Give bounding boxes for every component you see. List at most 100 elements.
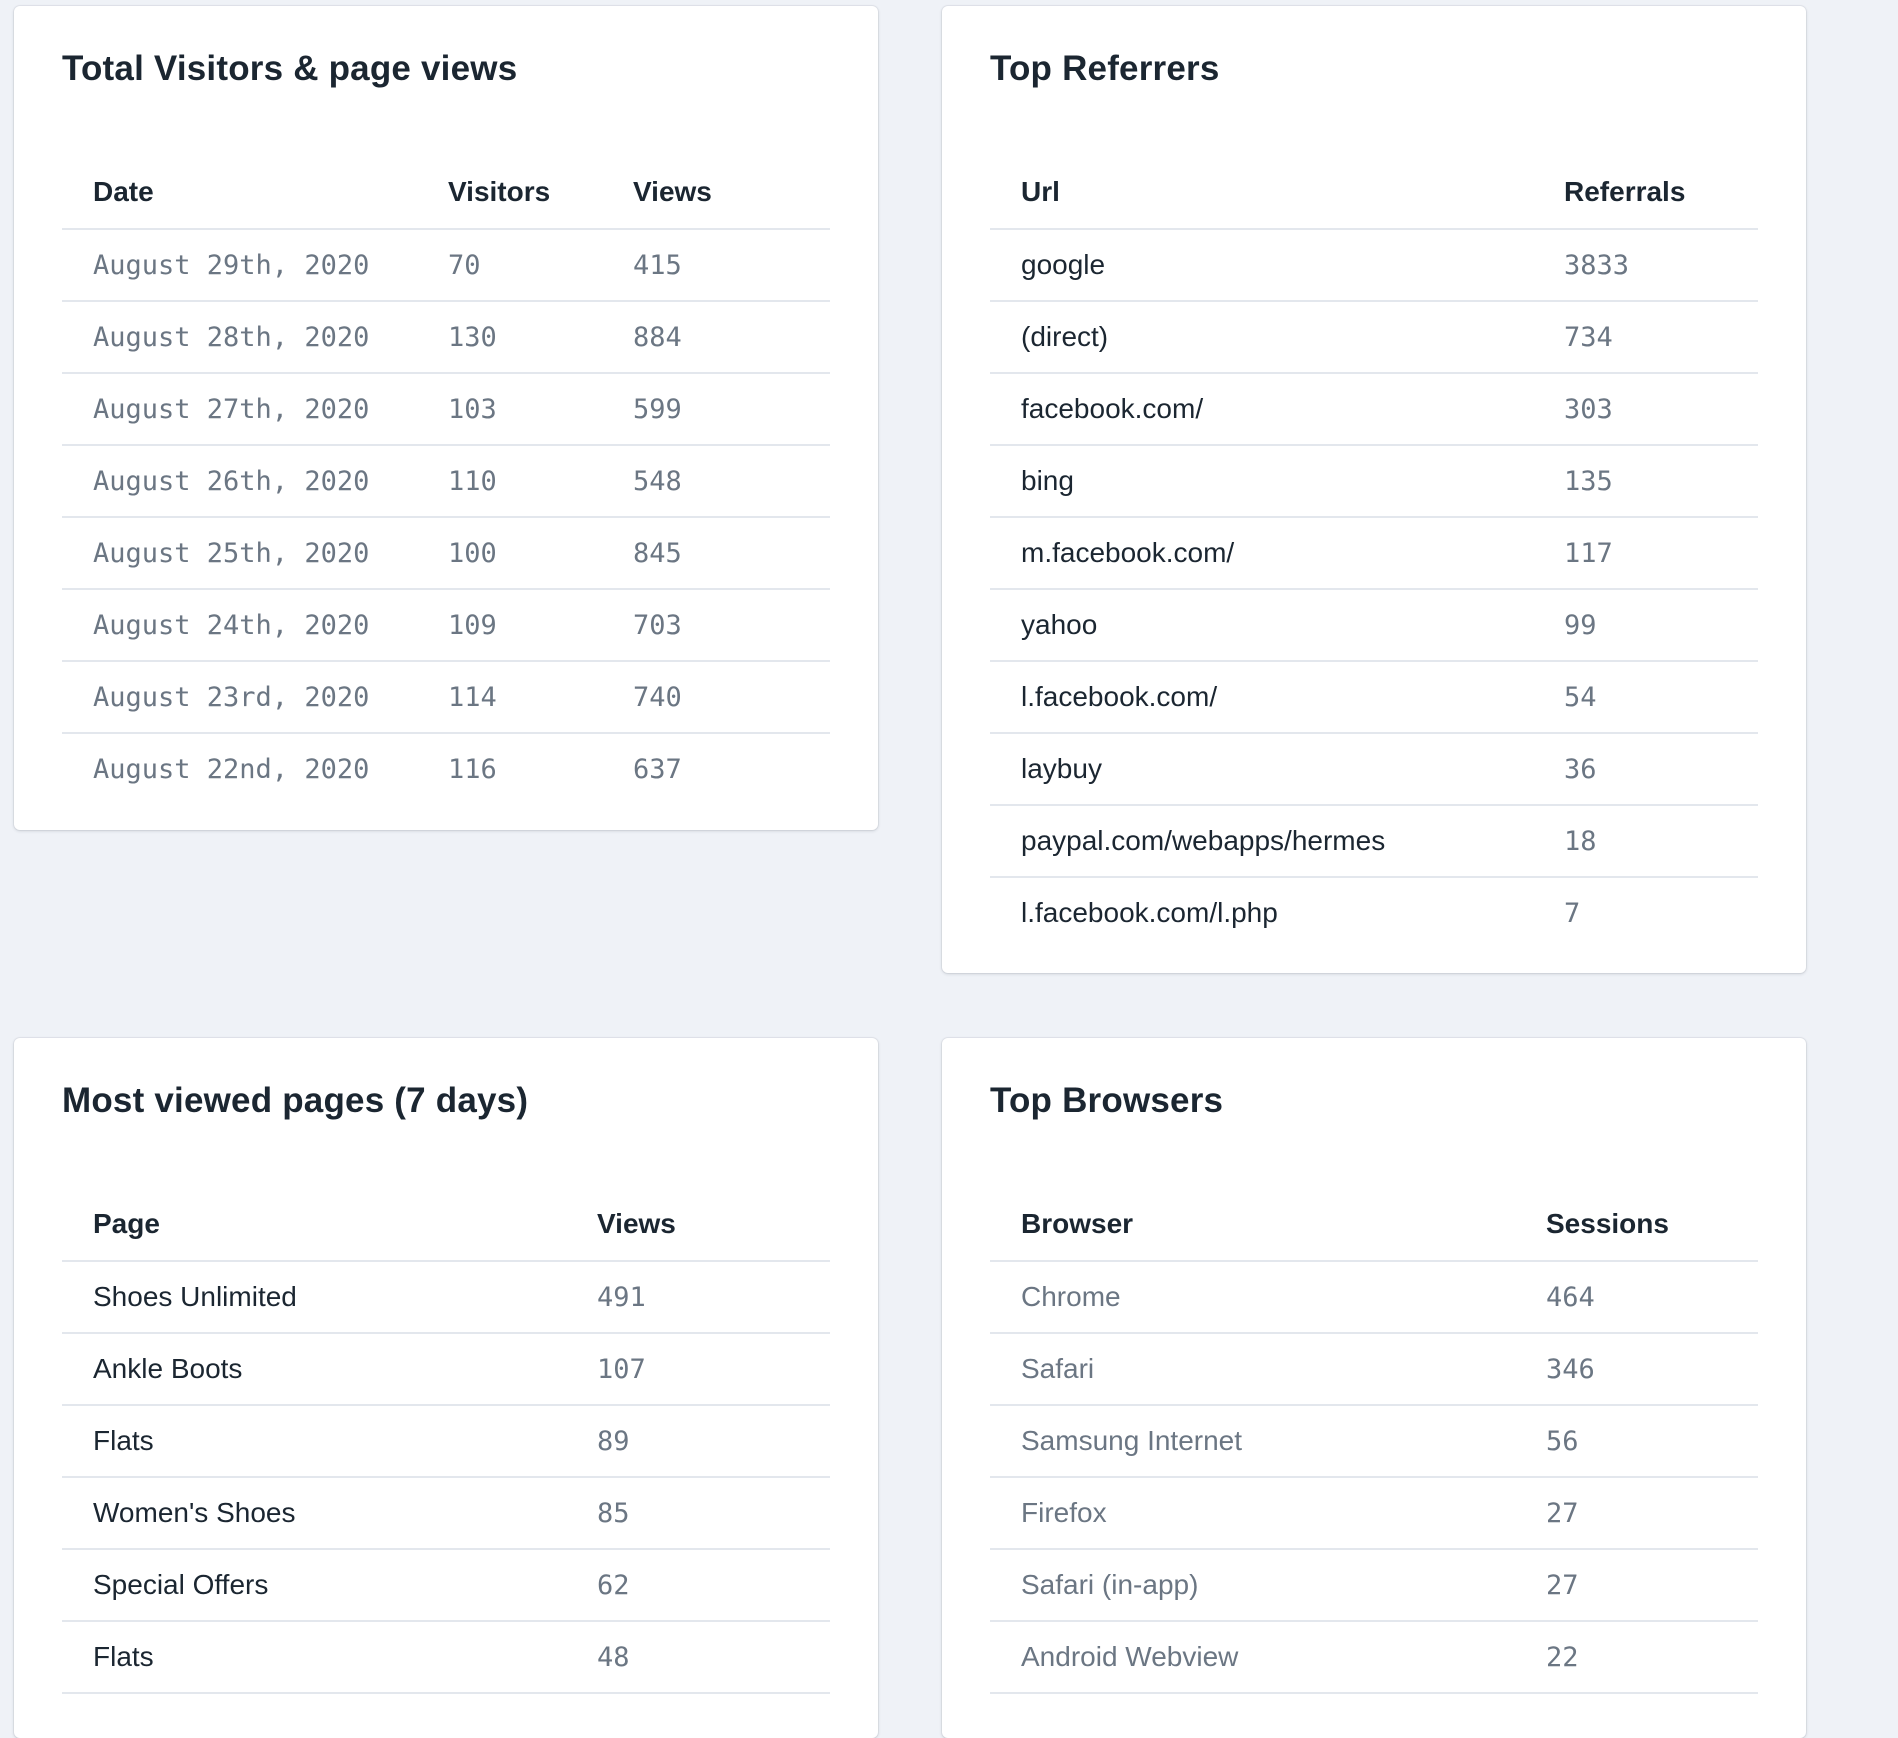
date-cell: August 29th, 2020 xyxy=(62,229,417,302)
sessions-cell: 27 xyxy=(1515,1549,1758,1622)
visitors-table-header: Date Visitors Views xyxy=(62,156,830,230)
sessions-cell: 464 xyxy=(1515,1261,1758,1334)
column-header-visitors[interactable]: Visitors xyxy=(417,156,602,230)
referrals-cell: 18 xyxy=(1533,805,1758,878)
date-cell: August 22nd, 2020 xyxy=(93,753,370,785)
table-row: August 28th, 2020 130 884 xyxy=(62,301,830,374)
page-cell: Women's Shoes xyxy=(62,1477,566,1550)
browsers-table: Browser Sessions Chrome 464 Safari 346 S… xyxy=(990,1188,1758,1694)
table-row: Firefox 27 xyxy=(990,1477,1758,1550)
table-row: August 23rd, 2020 114 740 xyxy=(62,661,830,734)
table-row: Special Offers 62 xyxy=(62,1549,830,1622)
url-cell: yahoo xyxy=(990,589,1533,662)
url-cell: laybuy xyxy=(990,733,1533,806)
page-cell: Ankle Boots xyxy=(62,1333,566,1406)
date-cell: August 23rd, 2020 xyxy=(62,661,417,734)
table-row: paypal.com/webapps/hermes 18 xyxy=(990,805,1758,878)
table-row: Safari 346 xyxy=(990,1333,1758,1406)
table-row: Android Webview 22 xyxy=(990,1621,1758,1694)
table-row: Shoes Unlimited 491 xyxy=(62,1261,830,1334)
table-row: Flats 48 xyxy=(62,1621,830,1694)
page-cell: Flats xyxy=(62,1405,566,1478)
table-row: Ankle Boots 107 xyxy=(62,1333,830,1406)
pages-card: Most viewed pages (7 days) Page Views Sh… xyxy=(14,1038,878,1738)
table-row: August 26th, 2020 110 548 xyxy=(62,445,830,518)
url-cell: m.facebook.com/ xyxy=(990,517,1533,590)
pages-card-title: Most viewed pages (7 days) xyxy=(62,1081,529,1120)
column-header-referrals[interactable]: Referrals xyxy=(1533,156,1758,230)
table-row: bing 135 xyxy=(990,445,1758,518)
page-cell: Special Offers xyxy=(62,1549,566,1622)
url-cell: l.facebook.com/l.php xyxy=(1021,897,1278,928)
column-header-date[interactable]: Date xyxy=(62,156,417,230)
column-header-url[interactable]: Url xyxy=(990,156,1533,230)
table-row: facebook.com/ 303 xyxy=(990,373,1758,446)
views-cell: 845 xyxy=(602,517,830,590)
referrals-cell: 99 xyxy=(1533,589,1758,662)
views-cell: 415 xyxy=(602,229,830,302)
views-cell: 703 xyxy=(602,589,830,662)
referrals-cell: 135 xyxy=(1533,445,1758,518)
date-cell: August 27th, 2020 xyxy=(62,373,417,446)
browser-cell: Chrome xyxy=(990,1261,1515,1334)
visitors-cell: 130 xyxy=(417,301,602,374)
pages-table-header: Page Views xyxy=(62,1188,830,1262)
referrals-cell: 3833 xyxy=(1533,229,1758,302)
table-row: laybuy 36 xyxy=(990,733,1758,806)
sessions-cell: 22 xyxy=(1515,1621,1758,1694)
referrers-card: Top Referrers Url Referrals google 3833 … xyxy=(942,6,1806,973)
views-cell: 884 xyxy=(602,301,830,374)
referrals-cell: 734 xyxy=(1533,301,1758,374)
visitors-cell: 100 xyxy=(417,517,602,590)
page-cell: Flats xyxy=(62,1621,566,1694)
visitors-cell: 116 xyxy=(448,753,497,785)
browsers-table-header: Browser Sessions xyxy=(990,1188,1758,1262)
table-row: August 25th, 2020 100 845 xyxy=(62,517,830,590)
referrals-cell: 303 xyxy=(1533,373,1758,446)
referrals-cell: 117 xyxy=(1533,517,1758,590)
date-cell: August 28th, 2020 xyxy=(62,301,417,374)
table-row: Flats 89 xyxy=(62,1405,830,1478)
views-cell: 89 xyxy=(566,1405,830,1478)
browsers-card: Top Browsers Browser Sessions Chrome 464… xyxy=(942,1038,1806,1738)
visitors-cell: 114 xyxy=(417,661,602,734)
table-row: August 29th, 2020 70 415 xyxy=(62,229,830,302)
pages-table: Page Views Shoes Unlimited 491 Ankle Boo… xyxy=(62,1188,830,1694)
table-row: Chrome 464 xyxy=(990,1261,1758,1334)
column-header-page[interactable]: Page xyxy=(62,1188,566,1262)
visitors-cell: 109 xyxy=(417,589,602,662)
table-row: l.facebook.com/l.php 7 xyxy=(990,877,1758,948)
column-header-browser[interactable]: Browser xyxy=(990,1188,1515,1262)
visitors-table: Date Visitors Views August 29th, 2020 70… xyxy=(62,156,830,804)
browsers-card-title: Top Browsers xyxy=(990,1081,1224,1120)
url-cell: google xyxy=(990,229,1533,302)
table-row: August 24th, 2020 109 703 xyxy=(62,589,830,662)
views-cell: 107 xyxy=(566,1333,830,1406)
url-cell: bing xyxy=(990,445,1533,518)
views-cell: 85 xyxy=(566,1477,830,1550)
referrals-cell: 7 xyxy=(1564,897,1581,929)
views-cell: 62 xyxy=(566,1549,830,1622)
sessions-cell: 346 xyxy=(1515,1333,1758,1406)
browser-cell: Samsung Internet xyxy=(990,1405,1515,1478)
column-header-sessions[interactable]: Sessions xyxy=(1515,1188,1758,1262)
browser-cell: Safari (in-app) xyxy=(990,1549,1515,1622)
sessions-cell: 56 xyxy=(1515,1405,1758,1478)
date-cell: August 24th, 2020 xyxy=(62,589,417,662)
visitors-card: Total Visitors & page views Date Visitor… xyxy=(14,6,878,830)
page-cell: Shoes Unlimited xyxy=(62,1261,566,1334)
referrals-cell: 54 xyxy=(1533,661,1758,734)
referrers-table-header: Url Referrals xyxy=(990,156,1758,230)
table-row: m.facebook.com/ 117 xyxy=(990,517,1758,590)
referrals-cell: 36 xyxy=(1533,733,1758,806)
table-row: google 3833 xyxy=(990,229,1758,302)
referrers-card-title: Top Referrers xyxy=(990,49,1220,88)
column-header-views[interactable]: Views xyxy=(566,1188,830,1262)
sessions-cell: 27 xyxy=(1515,1477,1758,1550)
column-header-views[interactable]: Views xyxy=(602,156,830,230)
table-row: (direct) 734 xyxy=(990,301,1758,374)
visitors-card-title: Total Visitors & page views xyxy=(62,49,518,88)
url-cell: l.facebook.com/ xyxy=(990,661,1533,734)
views-cell: 48 xyxy=(566,1621,830,1694)
table-row: yahoo 99 xyxy=(990,589,1758,662)
